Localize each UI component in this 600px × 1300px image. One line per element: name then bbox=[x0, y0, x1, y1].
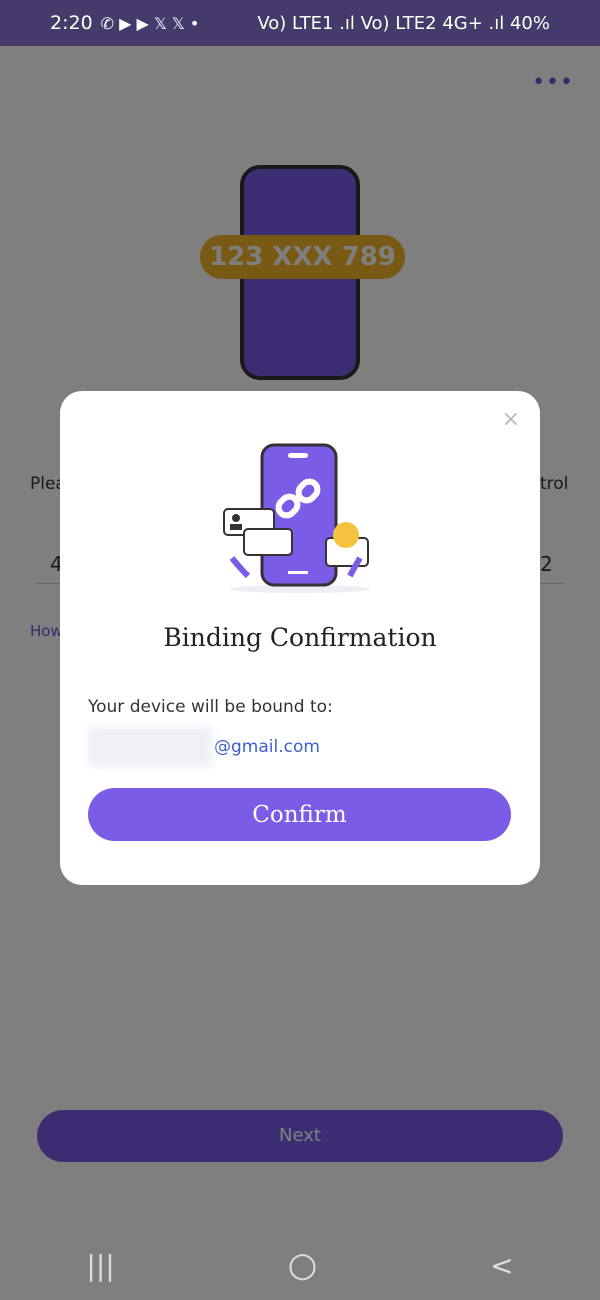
close-icon[interactable]: × bbox=[502, 407, 520, 432]
status-indicators: Vo) LTE1 .ıl Vo) LTE2 4G+ .ıl 40% bbox=[257, 12, 550, 34]
confirm-button[interactable]: Confirm bbox=[88, 788, 511, 841]
dialog-title: Binding Confirmation bbox=[163, 623, 437, 652]
home-button[interactable]: ○ bbox=[288, 1245, 318, 1285]
back-button[interactable]: < bbox=[490, 1249, 513, 1282]
bound-email: @gmail.com bbox=[88, 727, 320, 767]
navigation-bar: ||| ○ < bbox=[0, 1230, 600, 1300]
clock: 2:20 bbox=[50, 12, 93, 34]
recents-button[interactable]: ||| bbox=[86, 1249, 114, 1282]
email-domain: @gmail.com bbox=[214, 737, 320, 757]
status-bar: 2:20 ✆ ▶ ▶ 𝕏 𝕏 • Vo) LTE1 .ıl Vo) LTE2 4… bbox=[0, 0, 600, 46]
phone-link-illustration bbox=[223, 443, 370, 593]
notification-icons: ✆ ▶ ▶ 𝕏 𝕏 • bbox=[100, 13, 200, 33]
redacted-email-user bbox=[88, 727, 212, 767]
bind-label: Your device will be bound to: bbox=[88, 697, 333, 717]
binding-confirmation-dialog: × Binding Confirmation Your device will … bbox=[60, 391, 540, 885]
